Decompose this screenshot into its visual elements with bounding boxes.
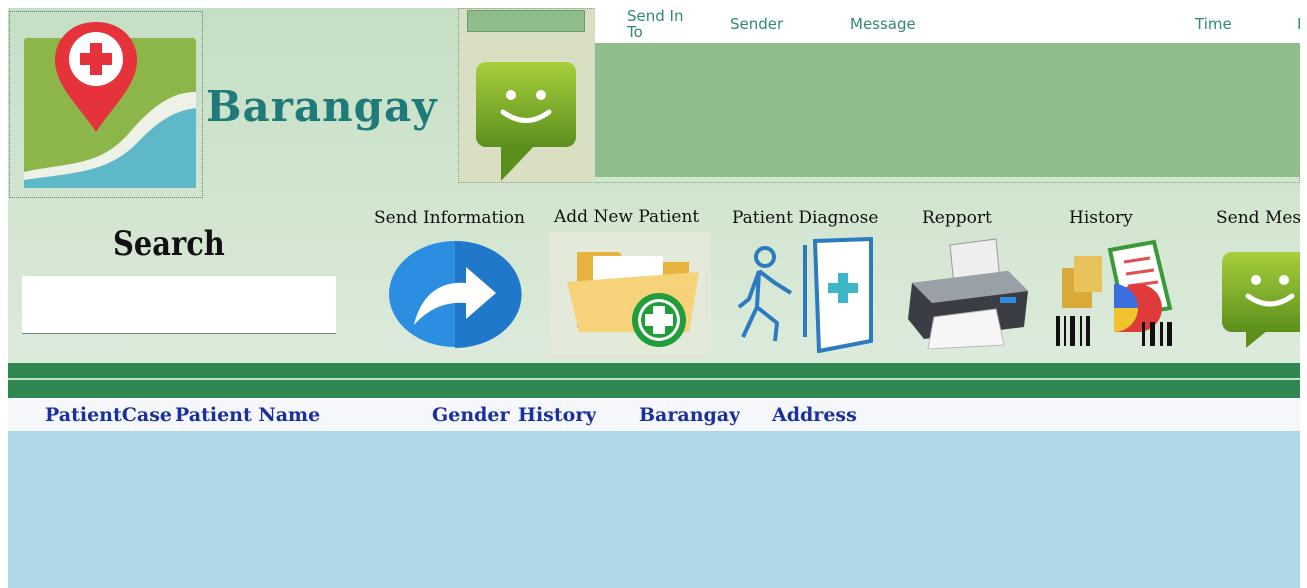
logo-panel — [9, 11, 203, 198]
message-icon[interactable] — [473, 57, 579, 187]
send-information-button[interactable]: Send Information — [374, 208, 525, 228]
send-message-button[interactable]: Send Mes — [1216, 208, 1301, 228]
patient-grid-body[interactable] — [8, 431, 1300, 588]
repport-button[interactable]: Repport — [922, 208, 992, 228]
search-input[interactable] — [22, 276, 336, 334]
column-extra[interactable]: I — [1297, 16, 1301, 32]
message-sidebar — [459, 9, 594, 182]
column-sender[interactable]: Sender — [730, 16, 783, 32]
add-new-patient-button[interactable]: Add New Patient — [554, 207, 700, 227]
column-patient-case[interactable]: PatientCase — [45, 404, 173, 426]
patient-diagnose-button[interactable]: Patient Diagnose — [732, 208, 878, 228]
printer-icon[interactable] — [904, 237, 1032, 349]
history-label: History — [1069, 208, 1133, 228]
send-information-label: Send Information — [374, 208, 525, 228]
add-folder-icon[interactable] — [549, 232, 711, 354]
repport-label: Repport — [922, 208, 992, 228]
column-address[interactable]: Address — [772, 404, 857, 426]
column-gender[interactable]: Gender — [432, 404, 510, 426]
send-message-icon[interactable] — [1218, 248, 1300, 348]
column-message[interactable]: Message — [850, 16, 916, 32]
message-grid-header: Send In To Sender Message Time I — [595, 8, 1301, 43]
send-message-label: Send Mes — [1216, 208, 1302, 228]
search-title: Search — [113, 224, 225, 264]
column-history[interactable]: History — [518, 404, 596, 426]
brand-title: Barangay — [206, 82, 438, 131]
header-divider-band-lower — [8, 380, 1300, 398]
message-grid-body[interactable] — [595, 43, 1300, 177]
column-time[interactable]: Time — [1195, 16, 1232, 32]
column-barangay[interactable]: Barangay — [639, 404, 740, 426]
history-report-icon[interactable] — [1054, 238, 1176, 346]
patient-diagnose-label: Patient Diagnose — [732, 208, 879, 228]
column-patient-name[interactable]: Patient Name — [175, 404, 320, 426]
header-divider-band — [8, 363, 1300, 378]
message-recipient-field[interactable] — [467, 10, 585, 32]
patient-door-icon[interactable] — [735, 237, 875, 353]
patient-grid-header: PatientCase Patient Name Gender History … — [8, 398, 1300, 431]
add-new-patient-label: Add New Patient — [554, 207, 700, 227]
share-arrow-icon[interactable] — [388, 241, 522, 348]
barangay-health-logo — [24, 22, 196, 188]
column-send-in-to[interactable]: Send In To — [627, 8, 697, 40]
history-button[interactable]: History — [1069, 208, 1133, 228]
